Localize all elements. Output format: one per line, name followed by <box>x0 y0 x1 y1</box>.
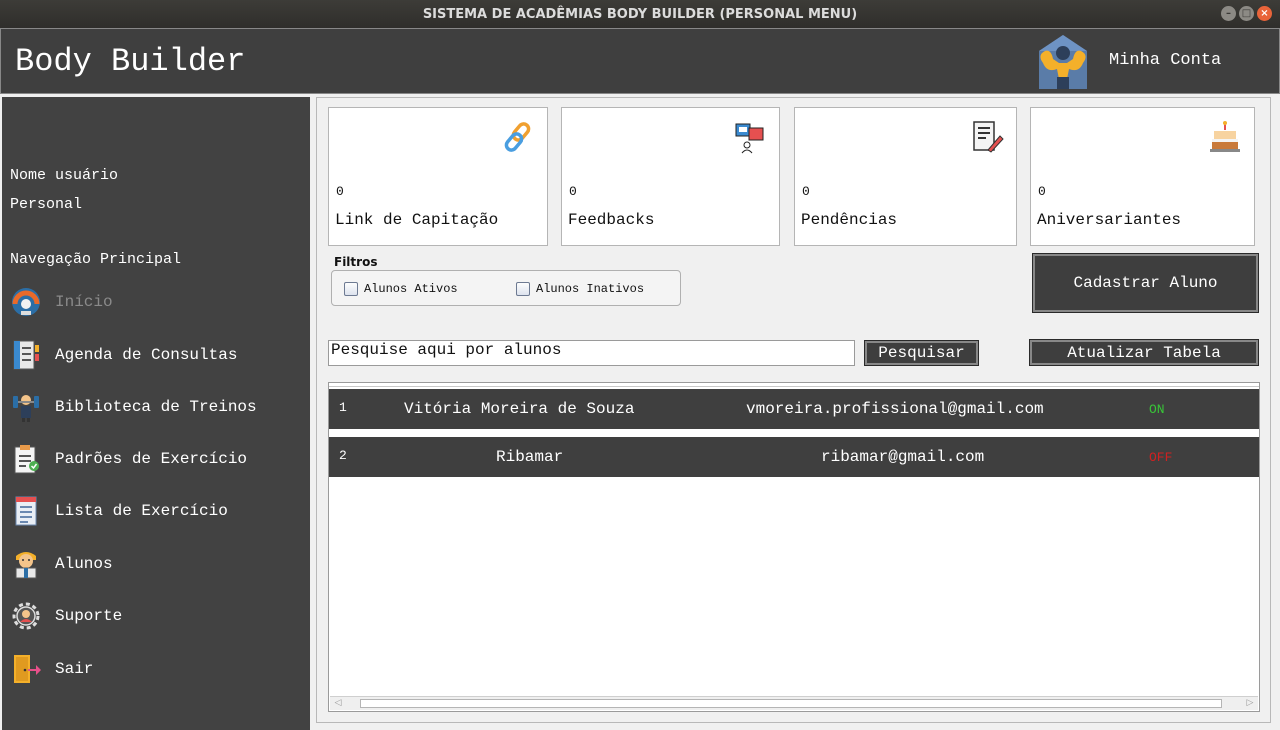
filters-title: Filtros <box>334 255 378 269</box>
row-status: ON <box>1149 402 1165 417</box>
sidebar-item-label: Suporte <box>55 607 123 625</box>
row-name: Vitória Moreira de Souza <box>404 400 635 418</box>
sidebar: Nome usuário Personal Navegação Principa… <box>2 97 310 730</box>
sidebar-item-alunos[interactable]: Alunos <box>2 544 310 584</box>
filter-active-label: Alunos Ativos <box>364 282 458 296</box>
main-panel: 0 Link de Capitação 0 Feedbacks 0 Pendên… <box>316 97 1271 723</box>
clipboard-check-icon <box>14 445 39 474</box>
filter-inactive-label: Alunos Inativos <box>536 282 645 296</box>
card-feedbacks[interactable]: 0 Feedbacks <box>561 107 780 246</box>
refresh-table-button[interactable]: Atualizar Tabela <box>1029 339 1259 366</box>
card-label: Link de Capitação <box>335 211 499 229</box>
card-aniversariantes[interactable]: 0 Aniversariantes <box>1030 107 1255 246</box>
row-id: 2 <box>339 448 347 463</box>
search-input[interactable]: Pesquise aqui por alunos <box>328 340 855 366</box>
sidebar-item-biblioteca[interactable]: Biblioteca de Treinos <box>2 387 310 427</box>
close-icon[interactable]: × <box>1257 6 1272 21</box>
row-status: OFF <box>1149 450 1173 465</box>
card-count: 0 <box>1038 184 1046 199</box>
nav-section-title: Navegação Principal <box>10 251 182 268</box>
horizontal-scrollbar[interactable]: ◁ ▷ <box>330 696 1258 710</box>
bodybuilder-avatar-icon[interactable] <box>1031 33 1095 91</box>
sidebar-item-label: Padrões de Exercício <box>55 450 248 468</box>
sidebar-item-label: Início <box>55 293 113 311</box>
user-name: Nome usuário <box>10 167 119 184</box>
filters-group: Alunos Ativos Alunos Inativos <box>331 270 681 306</box>
window-titlebar: SISTEMA DE ACADÊMIAS BODY BUILDER (PERSO… <box>0 0 1280 28</box>
filter-inactive-checkbox[interactable]: Alunos Inativos <box>516 282 644 296</box>
checkbox-box[interactable] <box>344 282 358 296</box>
scrollbar-thumb[interactable] <box>360 699 1222 708</box>
card-count: 0 <box>802 184 810 199</box>
window-controls: – □ × <box>1221 6 1272 21</box>
sidebar-item-lista[interactable]: Lista de Exercício <box>2 491 310 531</box>
link-icon <box>504 122 531 152</box>
filter-active-checkbox[interactable]: Alunos Ativos <box>344 282 458 296</box>
feedback-chat-icon <box>735 123 764 154</box>
my-account-link[interactable]: Minha Conta <box>1109 51 1221 70</box>
agenda-notebook-icon <box>13 340 39 370</box>
row-email: vmoreira.profissional@gmail.com <box>746 400 1044 418</box>
table-row[interactable]: 1 Vitória Moreira de Souza vmoreira.prof… <box>329 389 1259 429</box>
sidebar-item-suporte[interactable]: Suporte <box>2 596 310 636</box>
minimize-icon[interactable]: – <box>1221 6 1236 21</box>
sidebar-item-label: Biblioteca de Treinos <box>55 398 257 416</box>
window-title: SISTEMA DE ACADÊMIAS BODY BUILDER (PERSO… <box>422 6 858 22</box>
birthday-cake-icon <box>1210 121 1240 152</box>
support-gear-icon <box>12 602 40 630</box>
exit-door-icon <box>14 655 41 683</box>
row-id: 1 <box>339 400 347 415</box>
sidebar-item-label: Lista de Exercício <box>55 502 228 520</box>
user-role: Personal <box>10 196 83 213</box>
scroll-right-icon[interactable]: ▷ <box>1244 698 1256 709</box>
table-row[interactable]: 2 Ribamar ribamar@gmail.com OFF <box>329 437 1259 477</box>
app-header: Body Builder Minha Conta <box>0 28 1280 94</box>
search-button[interactable]: Pesquisar <box>864 340 979 366</box>
sidebar-item-agenda[interactable]: Agenda de Consultas <box>2 335 310 375</box>
checkbox-box[interactable] <box>516 282 530 296</box>
students-icon <box>15 552 37 579</box>
sidebar-item-padroes[interactable]: Padrões de Exercício <box>2 439 310 479</box>
sidebar-item-label: Sair <box>55 660 94 678</box>
card-label: Pendências <box>801 211 898 229</box>
scroll-left-icon[interactable]: ◁ <box>332 698 344 709</box>
row-email: ribamar@gmail.com <box>821 448 985 466</box>
app-title: Body Builder <box>15 43 246 80</box>
card-label: Aniversariantes <box>1037 211 1182 229</box>
maximize-icon[interactable]: □ <box>1239 6 1254 21</box>
table-header-line <box>329 383 1259 387</box>
card-count: 0 <box>569 184 577 199</box>
card-link-capitacao[interactable]: 0 Link de Capitação <box>328 107 548 246</box>
sidebar-item-sair[interactable]: Sair <box>2 649 310 689</box>
card-pendencias[interactable]: 0 Pendências <box>794 107 1017 246</box>
register-student-button[interactable]: Cadastrar Aluno <box>1032 253 1259 313</box>
sidebar-item-inicio[interactable]: Início <box>2 282 310 322</box>
sidebar-item-label: Agenda de Consultas <box>55 346 238 364</box>
card-label: Feedbacks <box>568 211 655 229</box>
dashboard-gauge-icon <box>12 288 40 316</box>
dumbbell-icon <box>13 395 39 422</box>
list-document-icon <box>15 496 37 526</box>
students-table[interactable]: 1 Vitória Moreira de Souza vmoreira.prof… <box>328 382 1260 712</box>
sidebar-item-label: Alunos <box>55 555 113 573</box>
pending-document-icon <box>973 121 1004 153</box>
card-count: 0 <box>336 184 344 199</box>
row-name: Ribamar <box>496 448 564 466</box>
